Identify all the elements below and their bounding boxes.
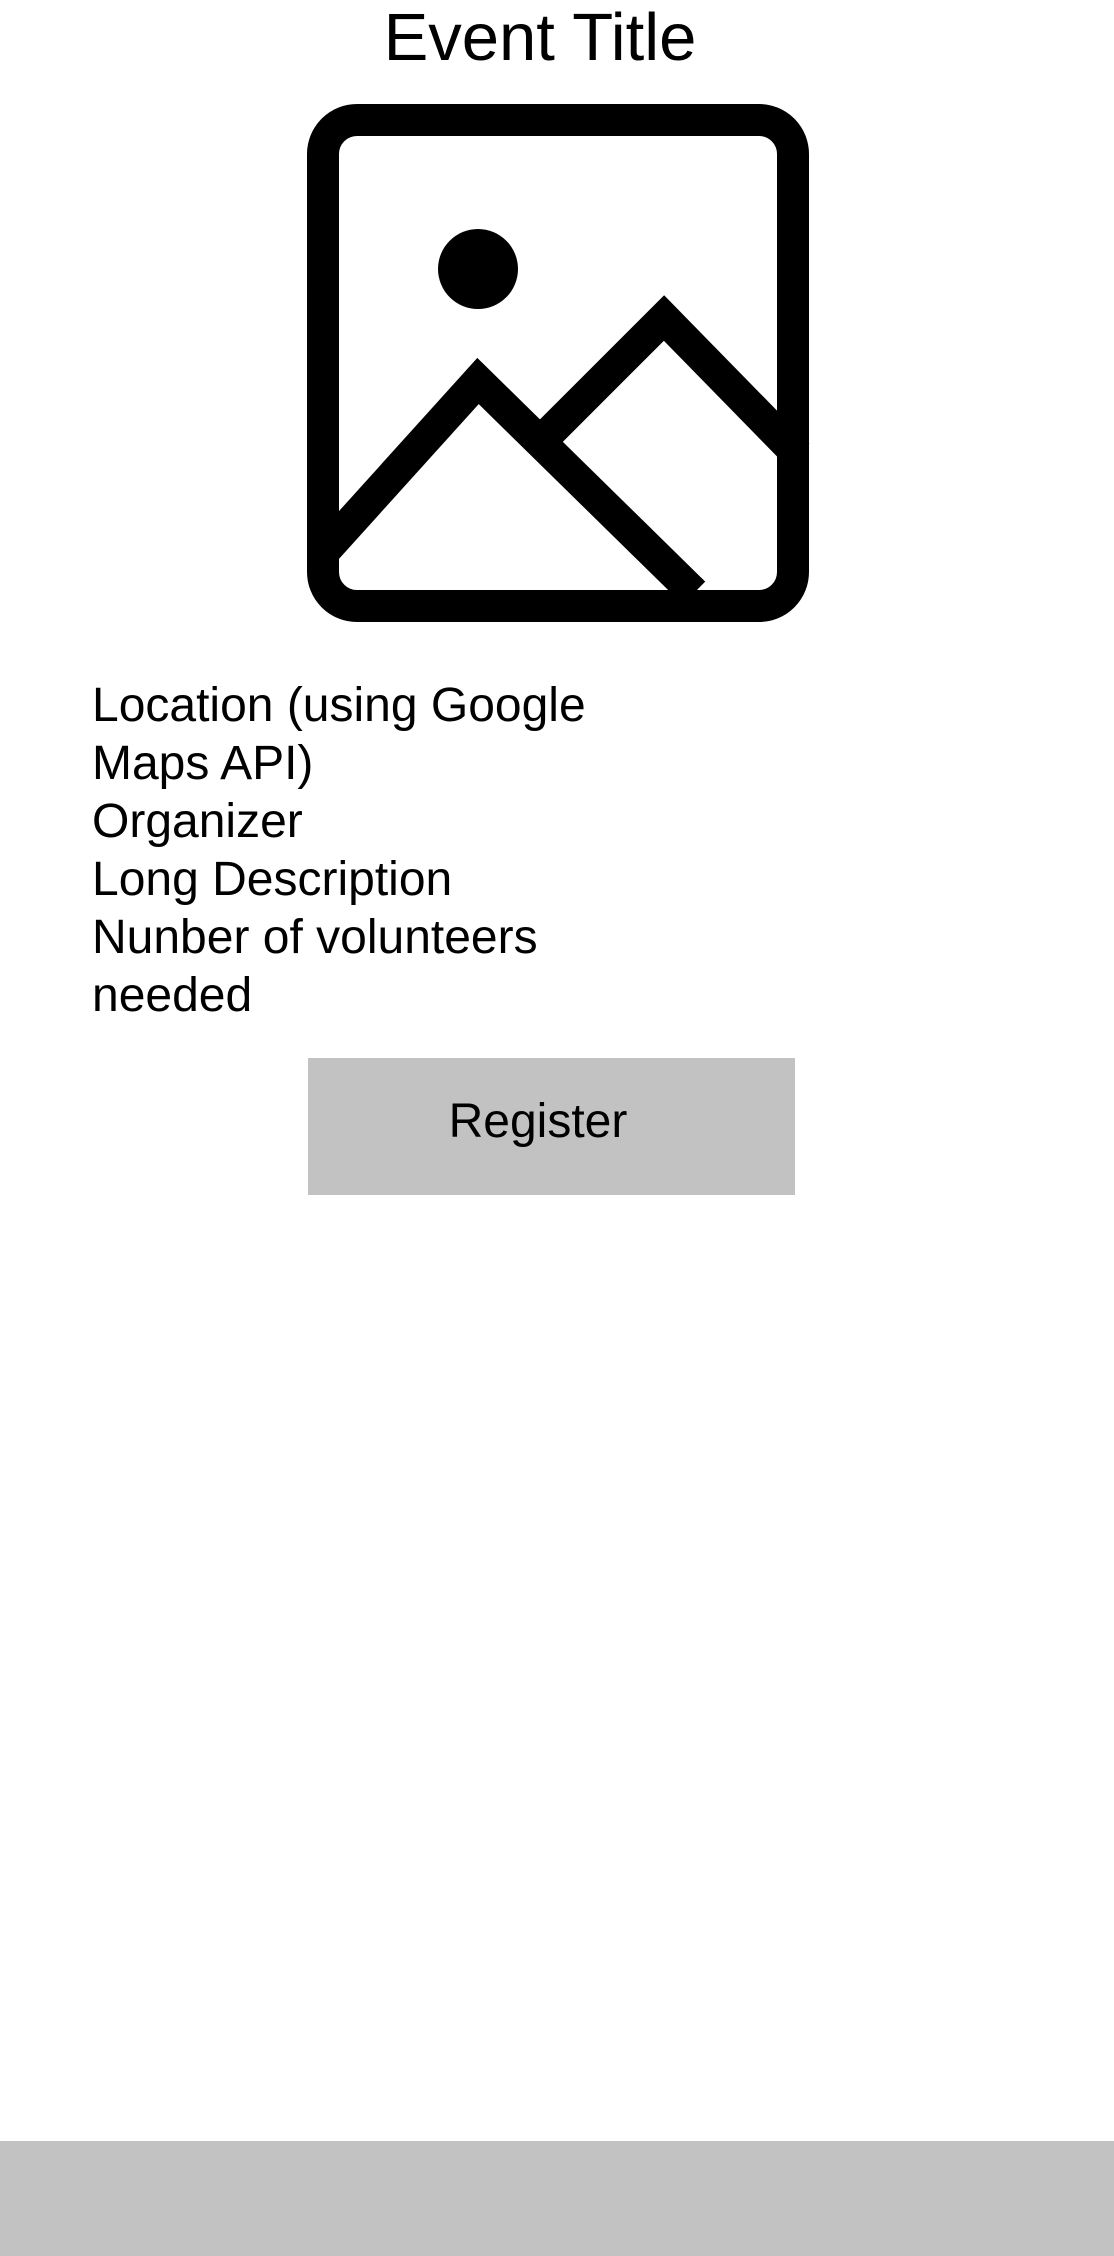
register-button[interactable]: Register — [308, 1058, 795, 1195]
page-title: Event Title — [383, 0, 697, 75]
image-placeholder-icon — [307, 104, 810, 622]
event-location: Location (using Google Maps API) — [92, 679, 586, 790]
event-detail-page: Event Title Location (using Google Maps … — [0, 0, 1114, 2256]
bottom-bar — [0, 2141, 1114, 2256]
event-details: Location (using Google Maps API) Organiz… — [92, 677, 652, 1025]
event-organizer: Organizer — [92, 795, 303, 848]
register-button-label: Register — [448, 1095, 628, 1148]
event-image — [306, 103, 810, 623]
event-volunteers-needed: Nunber of volunteers needed — [92, 911, 538, 1022]
event-description: Long Description — [92, 853, 453, 906]
